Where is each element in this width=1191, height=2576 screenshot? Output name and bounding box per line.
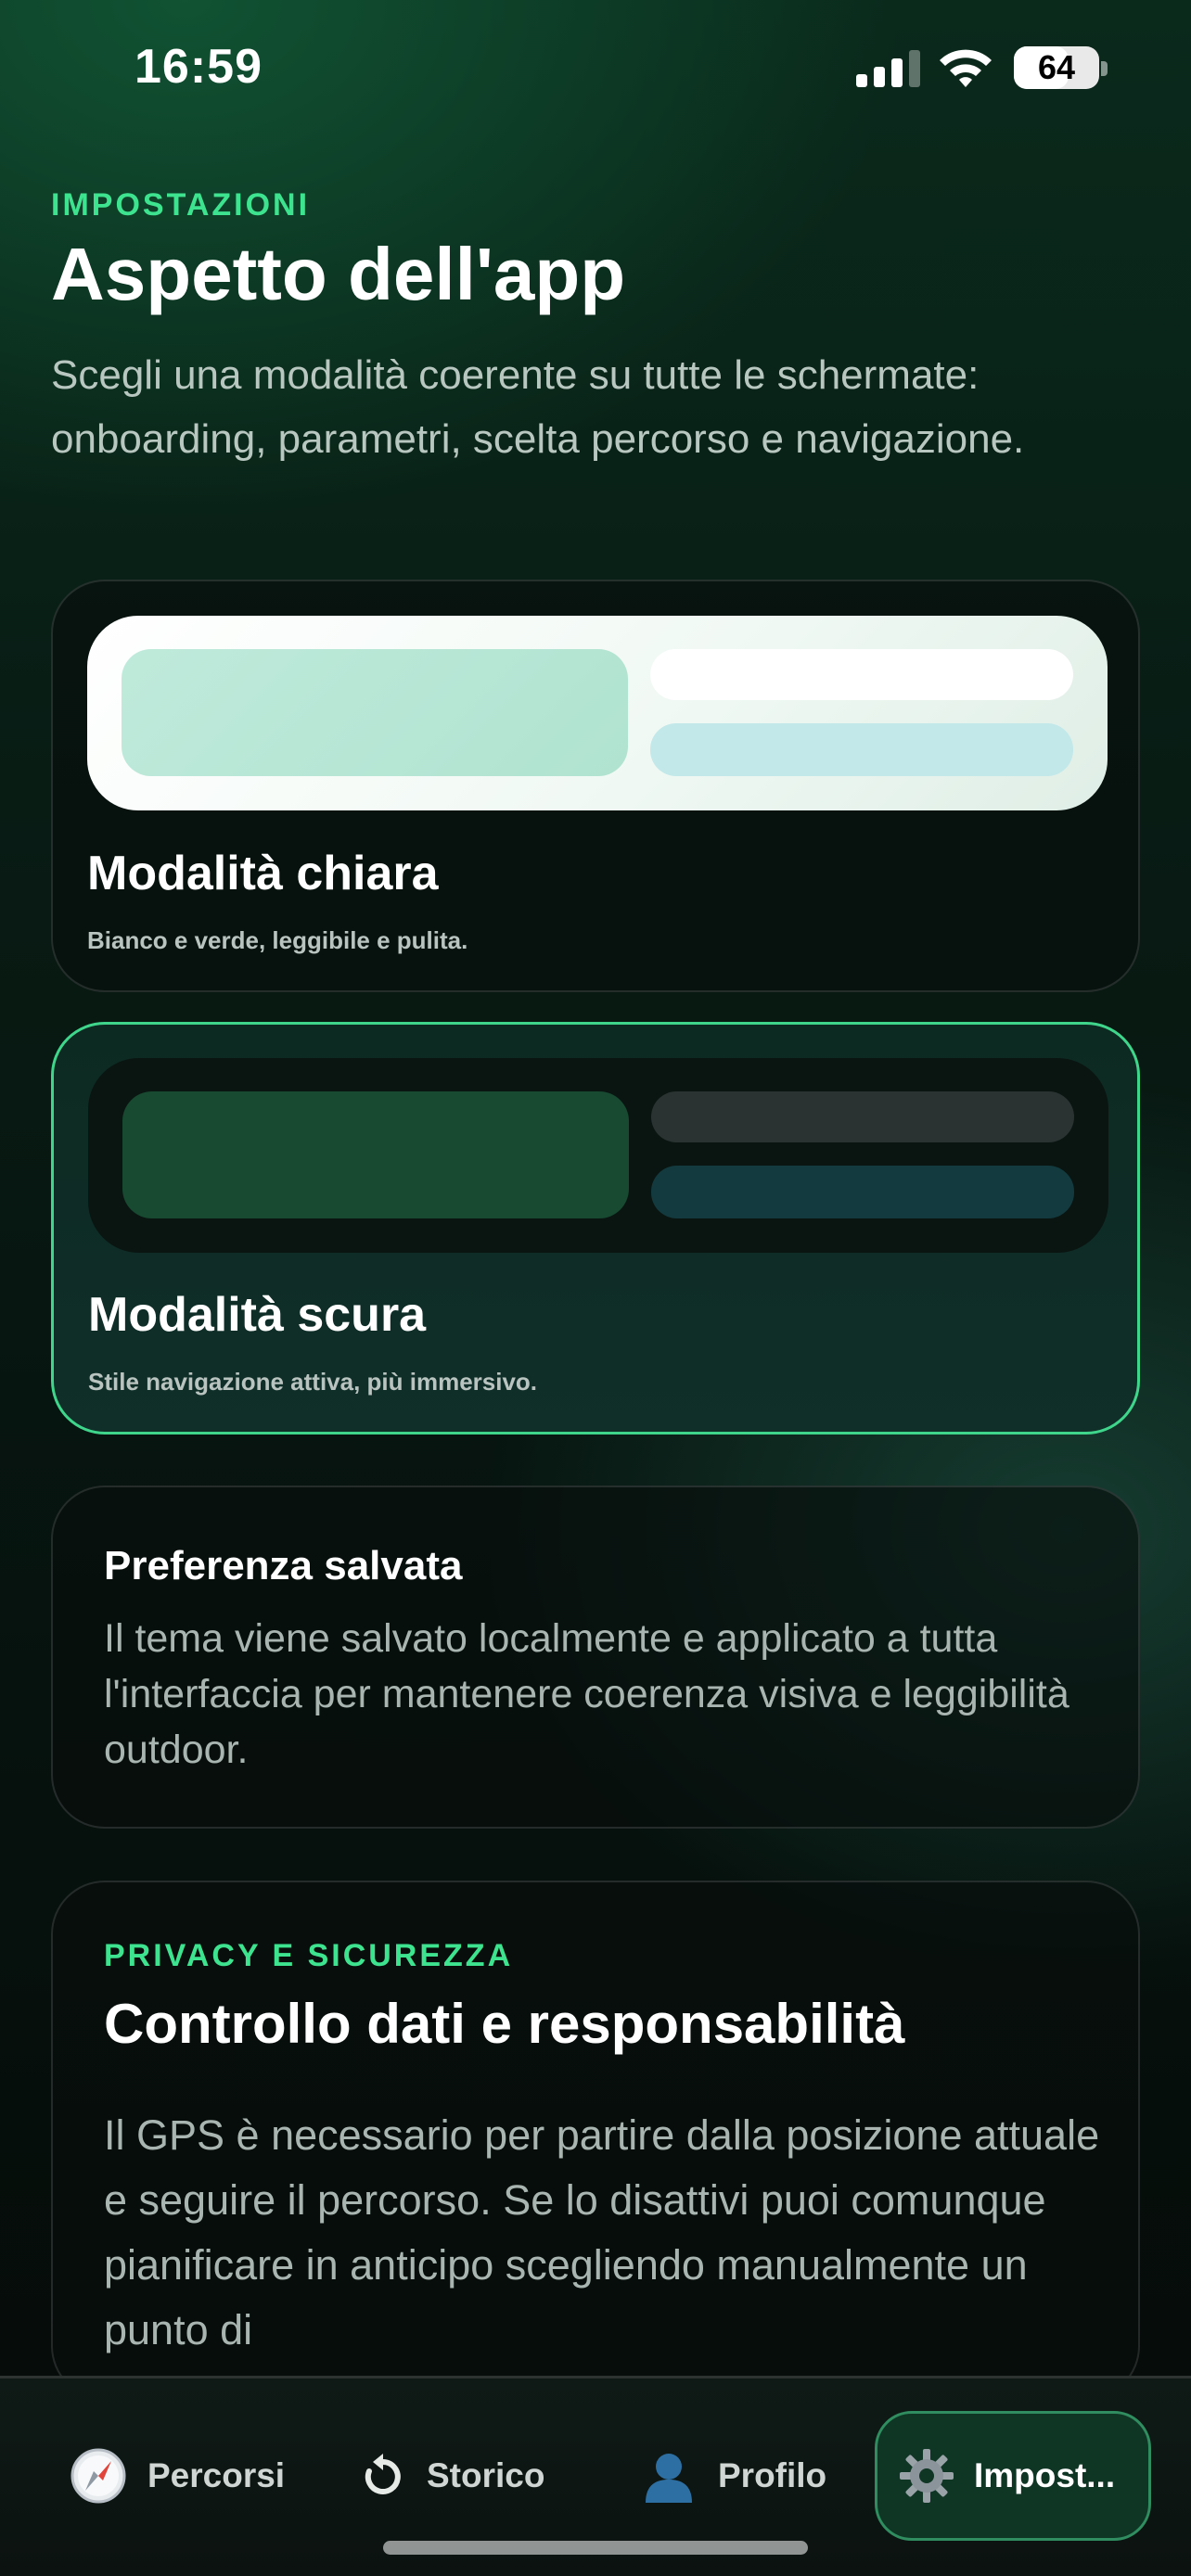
preview-bar <box>650 723 1073 776</box>
compass-icon <box>70 2447 127 2505</box>
tab-label: Percorsi <box>147 2456 286 2494</box>
profile-icon <box>640 2447 698 2505</box>
theme-option-dark[interactable]: Modalità scura Stile navigazione attiva,… <box>51 1022 1140 1435</box>
saved-preference-text: Il tema viene salvato localmente e appli… <box>104 1616 1069 1772</box>
history-icon <box>360 2447 406 2505</box>
privacy-text: Il GPS è necessario per partire dalla po… <box>104 2111 1100 2353</box>
preview-bar <box>651 1166 1074 1218</box>
tab-storico[interactable]: Storico <box>360 2411 544 2541</box>
battery-percentage: 64 <box>1037 48 1076 86</box>
theme-option-title: Modalità chiara <box>87 847 439 900</box>
privacy-card: PRIVACY E SICUREZZA Controllo dati e res… <box>51 1881 1140 2400</box>
cellular-signal-icon <box>856 48 920 87</box>
tab-label: Storico <box>427 2456 545 2494</box>
tab-profilo[interactable]: Profilo <box>640 2411 826 2541</box>
preview-panel <box>122 649 628 776</box>
theme-option-description: Stile navigazione attiva, più immersivo. <box>88 1368 538 1396</box>
tab-percorsi[interactable]: Percorsi <box>70 2411 285 2541</box>
wifi-icon <box>940 49 992 87</box>
saved-preference-title: Preferenza salvata <box>104 1543 463 1588</box>
tab-label: Impost... <box>974 2456 1116 2494</box>
privacy-title: Controllo dati e responsabilità <box>104 1993 905 2055</box>
privacy-eyebrow: PRIVACY E SICUREZZA <box>104 1938 514 1973</box>
gear-icon <box>898 2447 955 2505</box>
theme-option-title: Modalità scura <box>88 1288 427 1342</box>
status-bar: 16:59 64 <box>0 0 1191 139</box>
theme-option-light[interactable]: Modalità chiara Bianco e verde, leggibil… <box>51 580 1140 992</box>
preview-bar <box>650 649 1073 700</box>
battery-tip <box>1101 61 1108 76</box>
home-indicator <box>383 2541 808 2555</box>
tab-impostazioni[interactable]: Impost... <box>875 2411 1151 2541</box>
dark-theme-preview <box>88 1058 1108 1253</box>
preview-panel <box>122 1091 629 1218</box>
section-eyebrow: IMPOSTAZIONI <box>51 187 311 223</box>
battery-icon: 64 <box>1014 46 1099 89</box>
page-subtitle: Scegli una modalità coerente su tutte le… <box>51 352 1025 462</box>
theme-option-description: Bianco e verde, leggibile e pulita. <box>87 926 468 954</box>
light-theme-preview <box>87 616 1108 810</box>
tab-label: Profilo <box>718 2456 827 2494</box>
saved-preference-card: Preferenza salvata Il tema viene salvato… <box>51 1486 1140 1829</box>
status-time: 16:59 <box>134 40 263 94</box>
preview-bar <box>651 1091 1074 1142</box>
page-title: Aspetto dell'app <box>51 233 626 315</box>
